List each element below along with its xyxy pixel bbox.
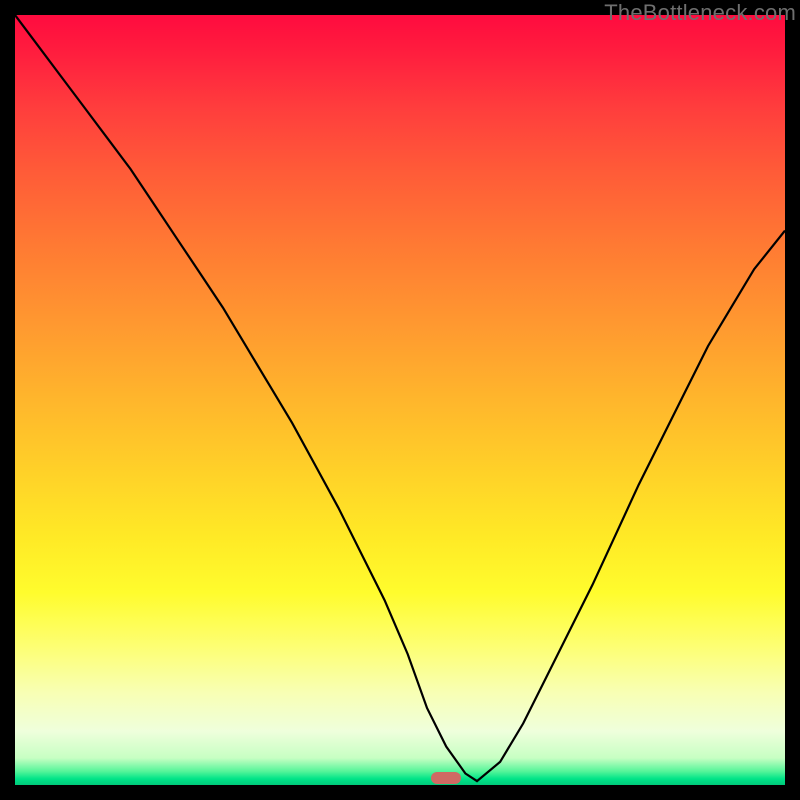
bottleneck-curve-path [15,15,785,781]
chart-stage: TheBottleneck.com [0,0,800,800]
plot-area [15,15,785,785]
curve-svg [15,15,785,785]
watermark-text: TheBottleneck.com [604,0,796,26]
minimum-marker [431,772,461,784]
